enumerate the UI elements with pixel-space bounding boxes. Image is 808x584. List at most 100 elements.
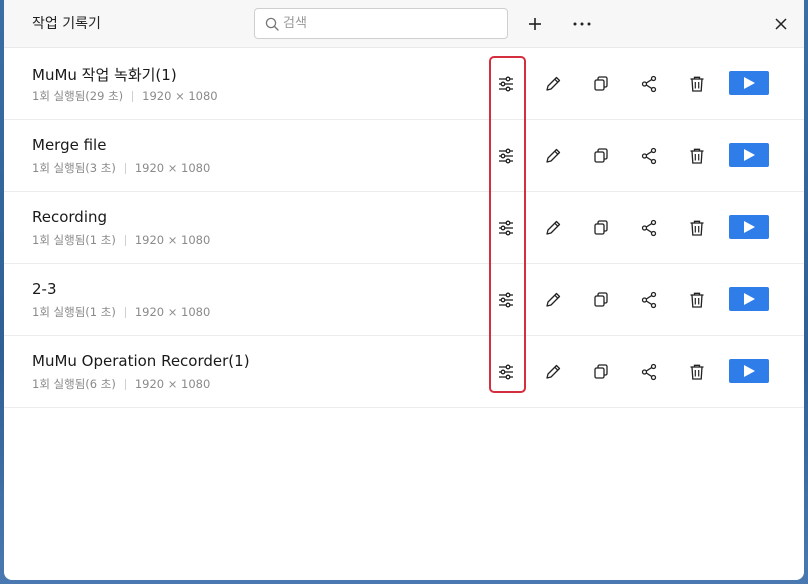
meta-divider bbox=[132, 90, 134, 102]
meta-divider bbox=[124, 306, 126, 318]
edit-pencil-icon bbox=[546, 148, 561, 163]
delete-button[interactable] bbox=[685, 144, 709, 168]
copy-button[interactable] bbox=[589, 144, 613, 168]
record-name: Merge file bbox=[32, 136, 107, 154]
play-button[interactable] bbox=[729, 215, 769, 239]
meta-divider bbox=[124, 378, 126, 390]
list-item[interactable]: 2-3 1회 실행됨(1 초) 1920 × 1080 bbox=[4, 264, 804, 336]
search-input[interactable] bbox=[283, 16, 483, 31]
copy-icon bbox=[594, 220, 608, 235]
settings-button[interactable] bbox=[494, 144, 518, 168]
edit-pencil-icon bbox=[546, 76, 561, 91]
meta-divider bbox=[124, 162, 126, 174]
settings-sliders-icon bbox=[499, 76, 513, 92]
share-button[interactable] bbox=[637, 288, 661, 312]
share-button[interactable] bbox=[637, 216, 661, 240]
window-title: 작업 기록기 bbox=[32, 16, 101, 32]
record-resolution: 1920 × 1080 bbox=[134, 305, 211, 319]
add-button[interactable] bbox=[523, 12, 547, 36]
edit-pencil-icon bbox=[546, 220, 561, 235]
share-icon bbox=[641, 147, 657, 165]
share-icon bbox=[641, 219, 657, 237]
copy-button[interactable] bbox=[589, 216, 613, 240]
play-icon bbox=[744, 293, 755, 305]
record-meta: 1회 실행됨(1 초) 1920 × 1080 bbox=[32, 304, 210, 320]
play-icon bbox=[744, 77, 755, 89]
delete-trash-icon bbox=[690, 292, 704, 308]
delete-button[interactable] bbox=[685, 216, 709, 240]
list-item[interactable]: Recording 1회 실행됨(1 초) 1920 × 1080 bbox=[4, 192, 804, 264]
record-meta: 1회 실행됨(3 초) 1920 × 1080 bbox=[32, 160, 210, 176]
play-button[interactable] bbox=[729, 359, 769, 383]
record-name: Recording bbox=[32, 208, 108, 226]
record-resolution: 1920 × 1080 bbox=[134, 233, 211, 247]
settings-sliders-icon bbox=[499, 292, 513, 308]
record-list: MuMu 작업 녹화기(1) 1회 실행됨(29 초) 1920 × 1080 bbox=[4, 48, 804, 408]
record-run-info: 1회 실행됨(29 초) bbox=[32, 89, 124, 103]
list-item[interactable]: MuMu 작업 녹화기(1) 1회 실행됨(29 초) 1920 × 1080 bbox=[4, 48, 804, 120]
edit-pencil-icon bbox=[546, 292, 561, 307]
play-button[interactable] bbox=[729, 287, 769, 311]
list-item[interactable]: MuMu Operation Recorder(1) 1회 실행됨(6 초) 1… bbox=[4, 336, 804, 408]
search-box[interactable] bbox=[254, 8, 508, 39]
app-window: 작업 기록기 검색 MuMu 작업 녹화기(1) 1회 실행됨(29 초) 19… bbox=[4, 0, 804, 580]
edit-button[interactable] bbox=[541, 288, 565, 312]
copy-button[interactable] bbox=[589, 360, 613, 384]
copy-icon bbox=[594, 148, 608, 163]
record-run-info: 1회 실행됨(6 초) bbox=[32, 377, 116, 391]
record-run-info: 1회 실행됨(3 초) bbox=[32, 161, 116, 175]
delete-trash-icon bbox=[690, 364, 704, 380]
edit-button[interactable] bbox=[541, 216, 565, 240]
share-button[interactable] bbox=[637, 144, 661, 168]
play-icon bbox=[744, 149, 755, 161]
share-button[interactable] bbox=[637, 72, 661, 96]
more-button[interactable] bbox=[570, 12, 594, 36]
settings-sliders-icon bbox=[499, 148, 513, 164]
play-button[interactable] bbox=[729, 71, 769, 95]
share-icon bbox=[641, 291, 657, 309]
record-meta: 1회 실행됨(1 초) 1920 × 1080 bbox=[32, 232, 210, 248]
share-icon bbox=[641, 75, 657, 93]
play-icon bbox=[744, 365, 755, 377]
delete-trash-icon bbox=[690, 76, 704, 92]
settings-button[interactable] bbox=[494, 216, 518, 240]
plus-icon bbox=[529, 18, 541, 30]
meta-divider bbox=[124, 234, 126, 246]
record-meta: 1회 실행됨(6 초) 1920 × 1080 bbox=[32, 376, 210, 392]
edit-button[interactable] bbox=[541, 144, 565, 168]
delete-trash-icon bbox=[690, 148, 704, 164]
settings-sliders-icon bbox=[499, 364, 513, 380]
copy-icon bbox=[594, 364, 608, 379]
delete-trash-icon bbox=[690, 220, 704, 236]
edit-pencil-icon bbox=[546, 364, 561, 379]
record-run-info: 1회 실행됨(1 초) bbox=[32, 233, 116, 247]
settings-button[interactable] bbox=[494, 360, 518, 384]
copy-icon bbox=[594, 292, 608, 307]
delete-button[interactable] bbox=[685, 72, 709, 96]
record-resolution: 1920 × 1080 bbox=[134, 377, 211, 391]
record-resolution: 1920 × 1080 bbox=[142, 89, 218, 103]
edit-button[interactable] bbox=[541, 72, 565, 96]
record-name: MuMu Operation Recorder(1) bbox=[32, 352, 250, 370]
close-icon bbox=[775, 18, 787, 30]
settings-button[interactable] bbox=[494, 72, 518, 96]
delete-button[interactable] bbox=[685, 288, 709, 312]
share-button[interactable] bbox=[637, 360, 661, 384]
edit-button[interactable] bbox=[541, 360, 565, 384]
play-button[interactable] bbox=[729, 143, 769, 167]
copy-button[interactable] bbox=[589, 288, 613, 312]
record-run-info: 1회 실행됨(1 초) bbox=[32, 305, 116, 319]
play-icon bbox=[744, 221, 755, 233]
settings-sliders-icon bbox=[499, 220, 513, 236]
copy-button[interactable] bbox=[589, 72, 613, 96]
record-name: MuMu 작업 녹화기(1) bbox=[32, 66, 177, 84]
close-button[interactable] bbox=[769, 12, 793, 36]
delete-button[interactable] bbox=[685, 360, 709, 384]
settings-button[interactable] bbox=[494, 288, 518, 312]
list-item[interactable]: Merge file 1회 실행됨(3 초) 1920 × 1080 bbox=[4, 120, 804, 192]
record-resolution: 1920 × 1080 bbox=[134, 161, 211, 175]
record-name: 2-3 bbox=[32, 280, 57, 298]
copy-icon bbox=[594, 76, 608, 91]
search-icon bbox=[265, 17, 279, 31]
share-icon bbox=[641, 363, 657, 381]
